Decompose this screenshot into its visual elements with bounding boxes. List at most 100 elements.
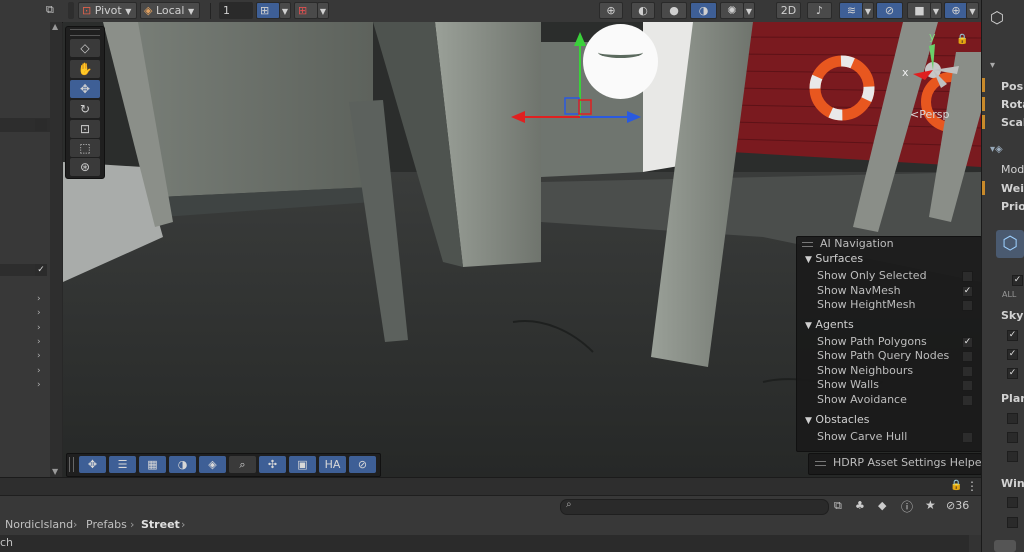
chevron-right-icon[interactable]: › — [37, 309, 45, 318]
obstacles-foldout[interactable]: ▼ Obstacles — [805, 413, 869, 426]
grid-overlay-button[interactable]: ▦ — [139, 456, 166, 473]
scroll-down-icon[interactable]: ▼ — [52, 467, 60, 476]
effects-dropdown[interactable]: ▼ — [862, 2, 874, 19]
hierarchy-row[interactable] — [0, 264, 35, 276]
gizmos-button[interactable]: ⊕ — [944, 2, 968, 19]
shaded-wireframe-button[interactable]: ◐ — [631, 2, 655, 19]
transform-foldout-icon[interactable]: ▾ — [990, 60, 995, 71]
sliders-overlay-button[interactable]: ☰ — [109, 456, 136, 473]
agents-foldout[interactable]: ▼ Agents — [805, 318, 854, 331]
effects-toggle-button[interactable]: ≋ — [839, 2, 864, 19]
audio-toggle-button[interactable]: ♪ — [807, 2, 832, 19]
search-overlay-button[interactable]: ⌕ — [229, 456, 256, 473]
grid-snap-button[interactable]: ⊞ — [256, 2, 280, 19]
2d-toggle-button[interactable]: 2D — [776, 2, 801, 19]
hand-tool-button[interactable]: ✋ — [70, 60, 100, 78]
selected-sphere-object[interactable] — [583, 24, 658, 99]
rotate-tool-button[interactable]: ↻ — [70, 100, 100, 118]
breadcrumb-item[interactable]: NordicIsland — [5, 518, 73, 531]
camera-overlay-button[interactable]: ▣ — [289, 456, 316, 473]
chevron-right-icon[interactable]: › — [37, 367, 45, 376]
shaded-button[interactable]: ● — [661, 2, 687, 19]
list-scrollbar[interactable] — [969, 535, 981, 552]
chevron-right-icon[interactable]: › — [37, 352, 45, 361]
layers-overlay-button[interactable]: ◈ — [199, 456, 226, 473]
hierarchy-checkbox[interactable]: ✓ — [35, 264, 47, 276]
wind-checkbox-2[interactable] — [1007, 517, 1018, 528]
show-only-selected-checkbox[interactable] — [962, 271, 973, 282]
rect-tool-button[interactable]: ⬚ — [70, 139, 100, 157]
scale-tool-button[interactable]: ⊡ — [70, 120, 100, 138]
chevron-right-icon[interactable]: › — [37, 381, 45, 390]
hdrp-grip[interactable] — [815, 461, 826, 466]
pivot-dropdown[interactable]: ⊡ Pivot ▼ — [78, 2, 137, 19]
grid-size-field[interactable]: 1 — [219, 2, 253, 19]
show-avoidance-checkbox[interactable] — [962, 395, 973, 406]
debug-draw-button[interactable]: ✺ — [720, 2, 744, 19]
tag-icon[interactable]: ◆ — [878, 499, 886, 512]
increment-snap-button[interactable]: ⊞ — [294, 2, 318, 19]
chevron-right-icon[interactable]: › — [37, 295, 45, 304]
move-overlay-button[interactable]: ✥ — [79, 456, 106, 473]
hdrp-helper-overlay[interactable]: HDRP Asset Settings Helper — [808, 453, 986, 475]
rendered-shading-button[interactable]: ◑ — [690, 2, 717, 19]
hierarchy-scrollbar[interactable]: ▲ ▼ — [50, 22, 62, 477]
search-by-type-icon[interactable]: ⧉ — [834, 499, 842, 513]
sky-checkbox-2[interactable]: ✓ — [1007, 349, 1018, 360]
perspective-label[interactable]: <Persp — [910, 108, 949, 121]
chevron-right-icon[interactable]: › — [37, 338, 45, 347]
debug-draw-dropdown[interactable]: ▼ — [743, 2, 755, 19]
list-item-text[interactable]: ch — [0, 536, 13, 549]
lock-icon[interactable]: 🔒 — [950, 480, 962, 491]
project-search-input[interactable]: ⌕ — [560, 499, 829, 515]
show-carve-hull-checkbox[interactable] — [962, 432, 973, 443]
show-heightmesh-checkbox[interactable] — [962, 300, 973, 311]
toolbar-grip[interactable] — [68, 2, 74, 19]
hierarchy-toggle[interactable] — [35, 119, 47, 131]
show-navmesh-checkbox[interactable]: ✓ — [962, 286, 973, 297]
ai-nav-grip[interactable] — [802, 242, 813, 247]
wireframe-shading-button[interactable]: ⊕ — [599, 2, 623, 19]
grid-snap-dropdown[interactable]: ▼ — [279, 2, 291, 19]
scroll-up-icon[interactable]: ▲ — [52, 22, 60, 31]
chevron-right-icon[interactable]: › — [37, 324, 45, 333]
local-dropdown[interactable]: ◈ Local ▼ — [140, 2, 200, 19]
wind-checkbox-1[interactable] — [1007, 497, 1018, 508]
lock-icon[interactable]: 🔒 — [956, 34, 968, 45]
increment-snap-dropdown[interactable]: ▼ — [317, 2, 329, 19]
view-tool-button[interactable]: ◇ — [70, 39, 100, 57]
camera-settings-button[interactable]: ■ — [907, 2, 932, 19]
search-by-label-icon[interactable]: ♣ — [855, 499, 865, 512]
shading-overlay-button[interactable]: ◑ — [169, 456, 196, 473]
show-path-query-nodes-checkbox[interactable] — [962, 351, 973, 362]
sky-checkbox-1[interactable]: ✓ — [1007, 330, 1018, 341]
show-path-polygons-checkbox[interactable]: ✓ — [962, 337, 973, 348]
move-tool-button[interactable]: ✥ — [70, 80, 100, 98]
breadcrumb-current[interactable]: Street — [141, 518, 180, 531]
scene-visibility-button[interactable]: ⊘ — [876, 2, 903, 19]
star-icon[interactable]: ★ — [925, 498, 936, 512]
sky-checkbox-3[interactable]: ✓ — [1007, 368, 1018, 379]
hidden-packages-toggle[interactable]: ⊘36 — [946, 499, 969, 512]
enable-checkbox[interactable]: ✓ — [1012, 275, 1023, 286]
volume-profile-icon[interactable]: ⬡ — [996, 230, 1024, 258]
show-walls-checkbox[interactable] — [962, 380, 973, 391]
plan-checkbox-2[interactable] — [1007, 432, 1018, 443]
plan-checkbox-3[interactable] — [1007, 451, 1018, 462]
gizmos-dropdown[interactable]: ▼ — [966, 2, 979, 19]
info-icon[interactable]: ⓘ — [901, 498, 913, 515]
panel-menu-icon[interactable]: ⧉ — [43, 2, 59, 19]
pivot-overlay-button[interactable]: ✣ — [259, 456, 286, 473]
inspector-scroll-thumb[interactable] — [994, 540, 1016, 552]
surfaces-foldout[interactable]: ▼ Surfaces — [805, 252, 863, 265]
ha-overlay-button[interactable]: HA — [319, 456, 346, 473]
breadcrumb-item[interactable]: Prefabs — [86, 518, 127, 531]
camera-settings-dropdown[interactable]: ▼ — [930, 2, 942, 19]
transform-tool-button[interactable]: ⊛ — [70, 158, 100, 176]
kebab-menu-icon[interactable]: ⋮ — [966, 479, 978, 493]
compass-overlay-button[interactable]: ⊘ — [349, 456, 376, 473]
palette-grip[interactable] — [70, 29, 100, 36]
overlay-grip[interactable] — [69, 457, 74, 472]
show-neighbours-checkbox[interactable] — [962, 366, 973, 377]
plan-checkbox-1[interactable] — [1007, 413, 1018, 424]
